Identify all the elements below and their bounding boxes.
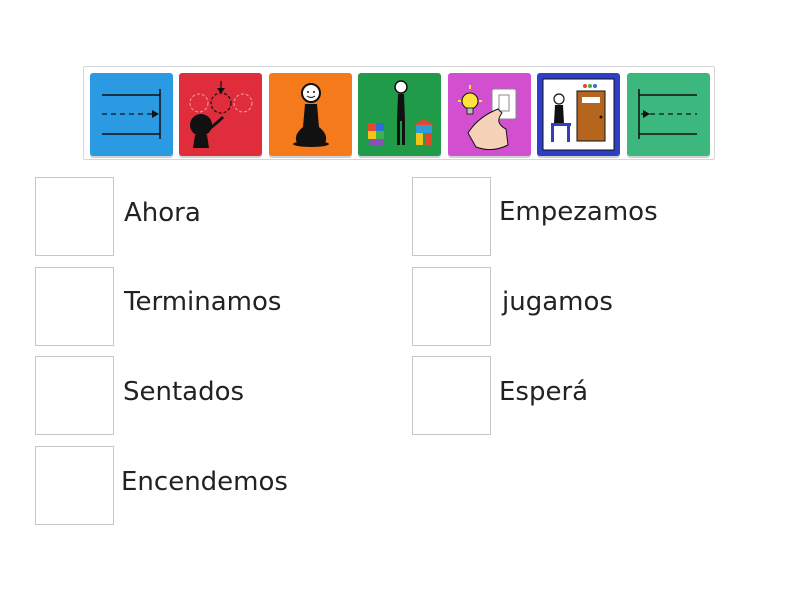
drop-slot-espera[interactable] (412, 356, 491, 435)
drop-slot-sentados[interactable] (35, 356, 114, 435)
sitting-person-icon[interactable] (269, 73, 352, 156)
item-label: jugamos (502, 287, 613, 317)
drop-slot-terminamos[interactable] (35, 267, 114, 346)
drop-slot-ahora[interactable] (35, 177, 114, 256)
item-label: Terminamos (124, 287, 282, 317)
item-label: Sentados (123, 377, 245, 407)
drop-slot-empezamos[interactable] (412, 177, 491, 256)
drop-slot-jugamos[interactable] (412, 267, 491, 346)
picture-tray (83, 66, 715, 160)
item-label: Empezamos (499, 197, 658, 227)
arrow-right-lines-icon[interactable] (90, 73, 173, 156)
classroom-door-icon[interactable] (537, 73, 620, 156)
item-label: Ahora (124, 198, 201, 228)
item-label: Encendemos (121, 467, 288, 497)
person-playing-toys-icon[interactable] (358, 73, 441, 156)
drop-slot-encendemos[interactable] (35, 446, 114, 525)
light-switch-icon[interactable] (448, 73, 531, 156)
item-label: Esperá (499, 377, 589, 407)
start-line-arrow-icon[interactable] (627, 73, 710, 156)
wait-circles-icon[interactable] (179, 73, 262, 156)
